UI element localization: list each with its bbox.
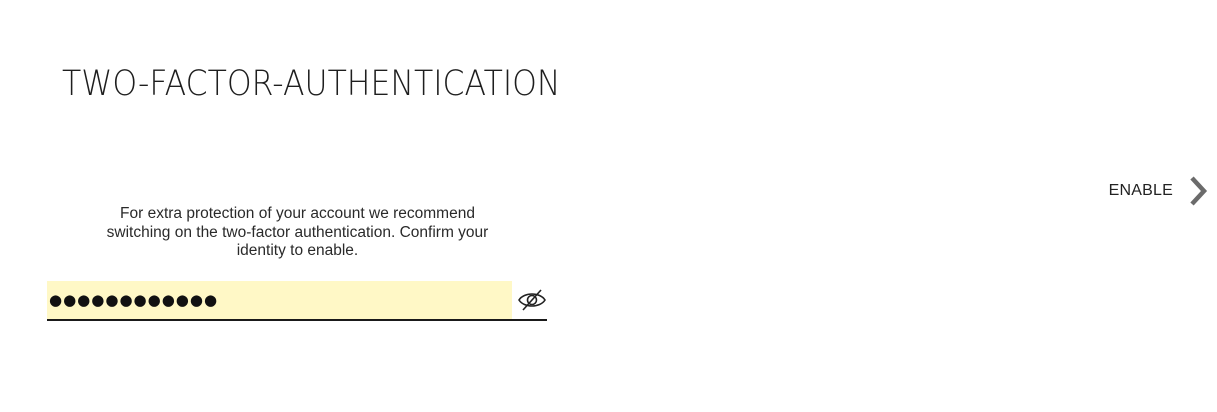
page-title: TWO-FACTOR-AUTHENTICATION: [62, 64, 561, 104]
enable-button[interactable]: ENABLE: [1109, 174, 1209, 208]
enable-label: ENABLE: [1108, 182, 1173, 199]
eye-slash-icon: [517, 289, 546, 311]
description-text: For extra protection of your account we …: [106, 205, 489, 259]
chevron-right-icon: [1190, 176, 1208, 206]
toggle-password-visibility-button[interactable]: [512, 281, 547, 319]
password-field-container[interactable]: [47, 281, 512, 319]
password-input[interactable]: [49, 281, 512, 319]
password-row: [47, 281, 547, 321]
